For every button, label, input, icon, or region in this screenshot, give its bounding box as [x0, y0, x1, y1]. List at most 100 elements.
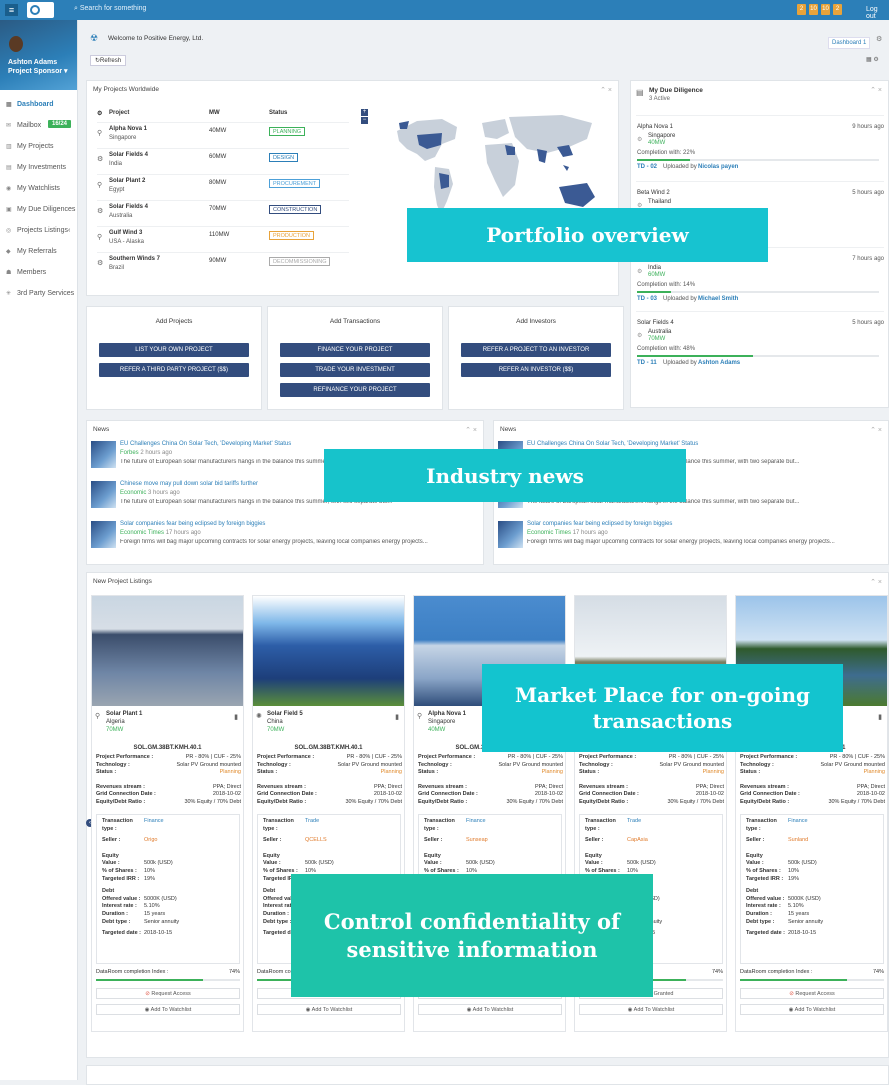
dataroom-value: 74%	[711, 969, 723, 975]
project-name[interactable]: Alpha Nova 1	[109, 126, 147, 132]
project-name[interactable]: Solar Fields 4	[109, 204, 148, 210]
uploaded-by[interactable]: Ashton Adams	[698, 360, 740, 366]
sidebar-item-my-investments[interactable]: ▤ My Investments	[0, 157, 77, 178]
sidebar-item-projects-listings[interactable]: ◎ Projects Listings ‹	[0, 220, 77, 241]
sidebar-item-members[interactable]: ☗ Members	[0, 262, 77, 283]
settings-icon[interactable]: ⚙	[876, 35, 882, 43]
panel-title: My Due Diligence	[649, 87, 703, 94]
due-item-name[interactable]: Alpha Nova 1	[637, 124, 673, 130]
refer-third-party-project-button[interactable]: REFER A THIRD PARTY PROJECT ($$)	[99, 363, 249, 377]
due-item-td[interactable]: TD - 11	[637, 360, 657, 366]
zoom-out-icon[interactable]: −	[361, 117, 368, 124]
transaction-label: Transaction type :	[263, 818, 294, 832]
sidebar-item-my-due-diligences[interactable]: ▣ My Due Diligences	[0, 199, 77, 220]
panel-controls[interactable]: ⌃ ×	[870, 86, 882, 94]
menu-icon[interactable]: ≡	[5, 4, 18, 16]
news-item[interactable]: Solar companies fear being eclipsed by f…	[87, 518, 483, 556]
detail-label: Equity/Debt Ratio :	[257, 798, 307, 805]
project-name[interactable]: Solar Fields 4	[109, 152, 148, 158]
news-thumbnail[interactable]	[91, 521, 116, 548]
detail-label: Technology :	[257, 761, 291, 768]
due-item[interactable]: Alpha Nova 1 9 hours ago ⚙ Singapore 40MW Com…	[636, 115, 884, 177]
trade-investment-button[interactable]: TRADE YOUR INVESTMENT	[280, 363, 430, 377]
sidebar-item-mailbox[interactable]: ✉ Mailbox 16/24	[0, 115, 77, 136]
listing-name[interactable]: Alpha Nova 1	[428, 710, 466, 718]
listing-name[interactable]: Solar Field 5	[267, 710, 303, 718]
add-to-watchlist-button[interactable]: ◉ Add To Watchlist	[579, 1004, 723, 1015]
due-item-td[interactable]: TD - 02	[637, 164, 657, 170]
avatar[interactable]	[9, 36, 23, 52]
due-item-td[interactable]: TD - 03	[637, 296, 657, 302]
due-item-name[interactable]: Beta Wind 2	[637, 190, 670, 196]
sidebar-item-dashboard[interactable]: ▦ Dashboard	[0, 94, 77, 115]
layout-icon[interactable]: ▦ ⚙	[866, 56, 879, 63]
transaction-row: Duration : 15 years	[102, 911, 234, 919]
due-item[interactable]: Solar Fields 4 5 hours ago ⚙ Australia 70MW C…	[636, 311, 884, 373]
button-label: Add To Watchlist	[150, 1007, 192, 1013]
uploaded-by[interactable]: Michael Smith	[698, 296, 738, 302]
request-access-button[interactable]: ⊘ Request Access	[96, 988, 240, 999]
listing-card[interactable]: ⚲ Solar Plant 1 Algeria 70MW ▮ SOL.GM.38BT.KM…	[91, 595, 244, 1032]
news-title[interactable]: EU Challenges China On Solar Tech, 'Deve…	[120, 441, 291, 447]
panel-controls[interactable]: ⌃ ×	[465, 426, 477, 434]
news-title[interactable]: Solar companies fear being eclipsed by f…	[527, 521, 672, 527]
listing-image[interactable]	[92, 596, 243, 706]
table-row[interactable]: ⚙ Solar Fields 4 India 60MW DESIGN	[97, 148, 349, 174]
news-item[interactable]: Solar companies fear being eclipsed by f…	[494, 518, 888, 556]
add-to-watchlist-button[interactable]: ◉ Add To Watchlist	[96, 1004, 240, 1015]
user-role[interactable]: Project Sponsor	[8, 68, 62, 75]
table-row[interactable]: ⚲ Alpha Nova 1 Singapore 40MW PLANNING	[97, 122, 349, 148]
add-to-watchlist-button[interactable]: ◉ Add To Watchlist	[418, 1004, 562, 1015]
news-thumbnail[interactable]	[91, 481, 116, 508]
refer-investor-button[interactable]: REFER AN INVESTOR ($$)	[461, 363, 611, 377]
news-time: 17 hours ago	[165, 530, 201, 536]
zoom-in-icon[interactable]: +	[361, 109, 368, 116]
table-row[interactable]: ⚙ Southern Winds 7 Brazil 90MW DECOMMISSIONI…	[97, 252, 349, 278]
panel-controls[interactable]: ⌃ ×	[870, 426, 882, 434]
sidebar-item-my-projects[interactable]: ▥ My Projects	[0, 136, 77, 157]
news-thumbnail[interactable]	[91, 441, 116, 468]
listing-image[interactable]	[253, 596, 404, 706]
add-to-watchlist-button[interactable]: ◉ Add To Watchlist	[740, 1004, 884, 1015]
news-title[interactable]: Solar companies fear being eclipsed by f…	[120, 521, 265, 527]
logout-link[interactable]: Log out	[866, 6, 889, 20]
company-logo[interactable]	[27, 2, 54, 18]
project-name[interactable]: Southern Winds 7	[109, 256, 160, 262]
sidebar-item-3rd-party[interactable]: ✳ 3rd Party Services	[0, 283, 77, 304]
news-title[interactable]: Chinese move may pull down solar bid tar…	[120, 481, 258, 487]
listing-name[interactable]: Solar Plant 1	[106, 710, 142, 718]
listing-card[interactable]: ▮SOL.GM.38BT.KMH.40.1Project Performance…	[735, 595, 888, 1032]
due-item-name[interactable]: Solar Fields 4	[637, 320, 674, 326]
finance-project-button[interactable]: FINANCE YOUR PROJECT	[280, 343, 430, 357]
detail-label: Grid Connection Date :	[579, 791, 639, 798]
panel-controls[interactable]: ⌃ ×	[870, 578, 882, 586]
table-row[interactable]: ⚲ Gulf Wind 3 USA - Alaska 110MW PRODUCTION	[97, 226, 349, 252]
notification-badge[interactable]: 10	[821, 4, 830, 15]
refer-project-to-investor-button[interactable]: REFER A PROJECT TO AN INVESTOR	[461, 343, 611, 357]
table-row[interactable]: ⚲ Solar Plant 2 Egypt 80MW PROCUREMENT	[97, 174, 349, 200]
add-to-watchlist-button[interactable]: ◉ Add To Watchlist	[257, 1004, 401, 1015]
news-title[interactable]: EU Challenges China On Solar Tech, 'Deve…	[527, 441, 698, 447]
dashboard-tab[interactable]: Dashboard 1	[828, 37, 871, 49]
table-row[interactable]: ⚙ Solar Fields 4 Australia 70MW CONSTRUCTION	[97, 200, 349, 226]
listing-details: Project Performance : PR - 80% | CUF - 25…	[96, 754, 241, 807]
notification-badge[interactable]: 2	[833, 4, 842, 15]
notification-badge[interactable]: 2	[797, 4, 806, 15]
sidebar-item-my-referrals[interactable]: ◆ My Referrals	[0, 241, 77, 262]
uploaded-by[interactable]: Nicolas payen	[698, 164, 738, 170]
list-project-button[interactable]: LIST YOUR OWN PROJECT	[99, 343, 249, 357]
refinance-project-button[interactable]: REFINANCE YOUR PROJECT	[280, 383, 430, 397]
project-name[interactable]: Solar Plant 2	[109, 178, 145, 184]
panel-subtitle: 3 Active	[649, 96, 671, 102]
progress-row: DataRoom completion Index : 74%	[740, 969, 884, 975]
panel-controls[interactable]: ⌃ ×	[600, 86, 612, 94]
project-name[interactable]: Gulf Wind 3	[109, 230, 142, 236]
news-thumbnail[interactable]	[498, 521, 523, 548]
refresh-button[interactable]: ↻Refresh	[90, 55, 127, 66]
detail-value: PPA; Direct	[373, 783, 402, 790]
request-access-button[interactable]: ⊘ Request Access	[740, 988, 884, 999]
sidebar-item-my-watchlists[interactable]: ◉ My Watchlists	[0, 178, 77, 199]
lock-icon: ▮	[395, 714, 399, 721]
notification-badge[interactable]: 10	[809, 4, 818, 15]
search-input[interactable]: ⌕ Search for something	[74, 5, 146, 13]
